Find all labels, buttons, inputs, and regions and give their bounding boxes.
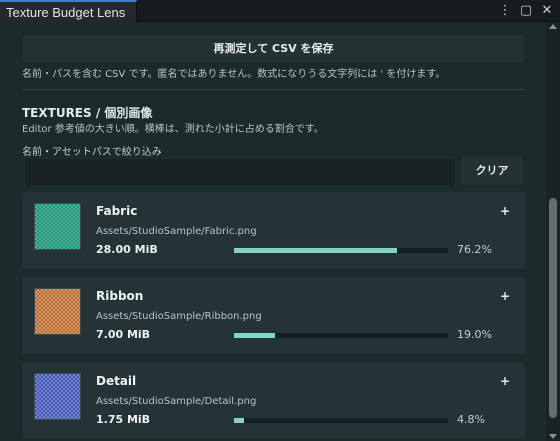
texture-name: Detail [96,374,137,388]
share-bar-fill [234,418,244,423]
texture-share-percent: 4.8% [457,413,485,426]
window-tab[interactable]: Texture Budget Lens [0,0,137,22]
maximize-icon[interactable]: ▢ [519,3,533,19]
more-options-icon[interactable]: ⋮ [498,3,512,19]
remeasure-save-csv-button[interactable]: 再測定して CSV を保存 [22,34,525,63]
texture-asset-path: Assets/StudioSample/Detail.png [96,396,257,407]
filter-label: 名前・アセットパスで絞り込み [22,147,162,158]
texture-name: Ribbon [96,289,144,303]
csv-hint-text: 名前・パスを含む CSV です。匿名ではありません。数式になりうる文字列には '… [22,69,446,80]
expand-plus-icon[interactable]: + [499,374,511,388]
close-icon[interactable]: ✕ [540,3,554,19]
textures-section-title: TEXTURES / 個別画像 [22,106,153,120]
texture-asset-path: Assets/StudioSample/Ribbon.png [96,311,262,322]
filter-input[interactable] [24,158,456,187]
texture-share-percent: 19.0% [457,328,492,341]
texture-preview-thumbnail [34,288,81,335]
texture-size: 28.00 MiB [96,243,158,256]
share-bar-track [234,418,448,423]
texture-card[interactable]: Ribbon Assets/StudioSample/Ribbon.png 7.00… [22,277,525,354]
window-title-bar: Texture Budget Lens ⋮ ▢ ✕ [0,0,560,22]
scroll-down-arrow-icon[interactable] [549,434,557,439]
clear-filter-button[interactable]: クリア [460,156,524,186]
share-bar-track [234,333,448,338]
texture-card[interactable]: Fabric Assets/StudioSample/Fabric.png 28.0… [22,192,525,269]
share-bar-fill [234,248,397,253]
texture-preview-thumbnail [34,203,81,250]
share-bar-fill [234,333,275,338]
expand-plus-icon[interactable]: + [499,289,511,303]
scroll-up-arrow-icon[interactable] [549,24,557,29]
texture-size: 1.75 MiB [96,413,151,426]
share-bar-track [234,248,448,253]
texture-name: Fabric [96,204,138,218]
texture-card[interactable]: Detail Assets/StudioSample/Detail.png 1.75… [22,362,525,439]
expand-plus-icon[interactable]: + [499,204,511,218]
title-bar-icons: ⋮ ▢ ✕ [498,3,554,19]
texture-share-percent: 76.2% [457,243,492,256]
textures-section-description: Editor 参考値の大きい順。横棒は、測れた小計に占める割合です。 [22,124,324,135]
texture-asset-path: Assets/StudioSample/Fabric.png [96,226,257,237]
texture-size: 7.00 MiB [96,328,151,341]
texture-preview-thumbnail [34,373,81,420]
panel-content: 再測定して CSV を保存 名前・パスを含む CSV です。匿名ではありません。… [0,22,546,441]
scroll-thumb[interactable] [549,198,557,418]
vertical-scrollbar[interactable] [546,22,560,441]
divider [22,89,525,90]
